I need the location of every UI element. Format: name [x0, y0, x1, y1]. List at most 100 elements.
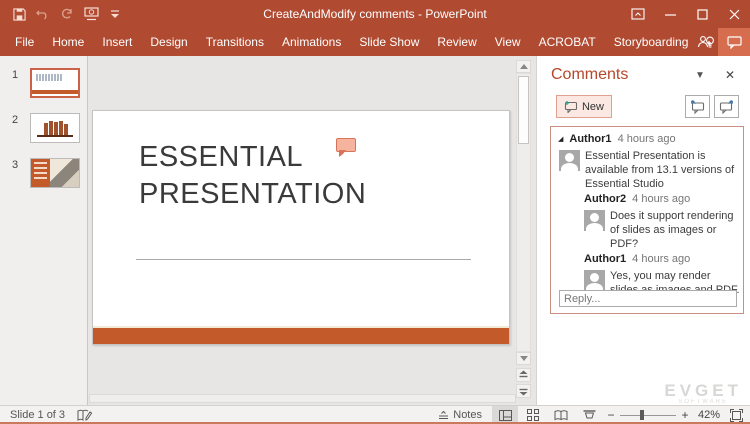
thumb-books-image: [44, 121, 68, 135]
maximize-icon[interactable]: [686, 0, 718, 28]
start-from-beginning-icon[interactable]: [82, 5, 100, 23]
next-slide-icon[interactable]: [516, 384, 531, 398]
slide-sorter-view-button[interactable]: [520, 406, 546, 424]
tab-slide-show[interactable]: Slide Show: [350, 29, 428, 55]
zoom-slider-track: [620, 415, 676, 416]
powerpoint-window: CreateAndModify comments - PowerPoint Fi…: [0, 0, 750, 424]
new-comment-button[interactable]: New: [556, 95, 612, 118]
minimize-icon[interactable]: [654, 0, 686, 28]
scrollbar-track[interactable]: [516, 73, 531, 352]
reply-input[interactable]: [559, 290, 737, 307]
reply-header[interactable]: Author1 4 hours ago: [584, 253, 690, 265]
pane-options-chevron-icon[interactable]: ▼: [695, 70, 705, 81]
zoom-level[interactable]: 42%: [694, 409, 724, 421]
customize-qat-dropdown-icon[interactable]: [106, 5, 124, 23]
tab-insert[interactable]: Insert: [93, 29, 141, 55]
comment-time: 4 hours ago: [632, 193, 690, 205]
tab-transitions[interactable]: Transitions: [197, 29, 273, 55]
previous-comment-button[interactable]: [685, 95, 710, 118]
comment-time: 4 hours ago: [632, 253, 690, 265]
notes-icon: [438, 410, 449, 420]
comment-author: Author1: [569, 133, 611, 145]
zoom-slider-thumb[interactable]: [640, 410, 644, 420]
avatar: [584, 210, 605, 231]
reply-header[interactable]: Author2 4 hours ago: [584, 193, 690, 205]
thumbnail-slide-1[interactable]: 1: [0, 68, 80, 98]
slide-title-line1: ESSENTIAL: [139, 139, 366, 176]
slide-number: 3: [0, 158, 30, 171]
proofing-icon[interactable]: [77, 409, 92, 422]
notes-button[interactable]: Notes: [430, 406, 490, 424]
slide-title-line2: PRESENTATION: [139, 176, 366, 213]
horizontal-scrollbar[interactable]: [89, 394, 516, 403]
undo-icon[interactable]: [34, 5, 52, 23]
window-controls: [622, 0, 750, 28]
save-icon[interactable]: [10, 5, 28, 23]
slide-2-preview[interactable]: [30, 113, 80, 143]
avatar: [559, 150, 580, 171]
ribbon-tab-row: File Home Insert Design Transitions Anim…: [0, 28, 750, 56]
slide-3-preview[interactable]: [30, 158, 80, 188]
pane-close-icon[interactable]: ✕: [725, 68, 735, 82]
fit-to-window-icon[interactable]: [726, 406, 746, 424]
thumbnail-slide-3[interactable]: 3: [0, 158, 80, 188]
thumb-photo: [50, 159, 79, 187]
comment-author: Author1: [584, 253, 626, 265]
thumb-baseline: [37, 135, 73, 137]
close-icon[interactable]: [718, 0, 750, 28]
statusbar-right: Notes − + 42%: [430, 406, 746, 424]
vertical-scrollbar[interactable]: [516, 60, 531, 400]
slide-1-preview[interactable]: [30, 68, 80, 98]
comments-pane: Comments ▼ ✕ New ◢ Author1 4 hours ago E…: [536, 56, 750, 405]
comment-text: Essential Presentation is available from…: [585, 149, 737, 191]
normal-view-button[interactable]: [492, 406, 518, 424]
new-comment-label: New: [582, 101, 604, 113]
tab-acrobat[interactable]: ACROBAT: [530, 29, 605, 55]
tab-animations[interactable]: Animations: [273, 29, 350, 55]
slide-divider-line: [136, 259, 471, 260]
tabrow-right-group: [690, 28, 750, 56]
slide-editor-area: ESSENTIAL PRESENTATION: [89, 56, 516, 405]
comments-pane-title: Comments: [551, 66, 628, 84]
tab-design[interactable]: Design: [141, 29, 196, 55]
statusbar-left: Slide 1 of 3: [0, 409, 92, 422]
zoom-slider[interactable]: [620, 406, 676, 424]
thumb-text-panel: [31, 159, 50, 187]
status-bar: Slide 1 of 3 Notes: [0, 405, 750, 424]
slide-show-button[interactable]: [576, 406, 602, 424]
share-icon[interactable]: [690, 28, 718, 56]
show-comments-icon[interactable]: [718, 28, 750, 56]
collapse-triangle-icon[interactable]: ◢: [558, 135, 563, 143]
previous-slide-icon[interactable]: [516, 368, 531, 382]
tab-storyboarding[interactable]: Storyboarding: [605, 29, 698, 55]
reading-view-button[interactable]: [548, 406, 574, 424]
redo-icon[interactable]: [58, 5, 76, 23]
slide-canvas[interactable]: ESSENTIAL PRESENTATION: [92, 110, 510, 345]
tab-home[interactable]: Home: [43, 29, 93, 55]
comment-header[interactable]: ◢ Author1 4 hours ago: [558, 133, 676, 145]
slide-title-text[interactable]: ESSENTIAL PRESENTATION: [139, 139, 366, 213]
scroll-down-icon[interactable]: [516, 352, 531, 365]
tab-view[interactable]: View: [486, 29, 530, 55]
slide-number: 2: [0, 113, 30, 126]
next-comment-button[interactable]: [714, 95, 739, 118]
zoom-out-icon[interactable]: −: [604, 408, 618, 422]
comment-time: 4 hours ago: [618, 133, 676, 145]
avatar: [584, 270, 605, 291]
tab-review[interactable]: Review: [428, 29, 485, 55]
ribbon-tabs: File Home Insert Design Transitions Anim…: [0, 29, 750, 55]
slide-indicator: Slide 1 of 3: [10, 409, 65, 421]
comment-thread-card[interactable]: ◢ Author1 4 hours ago Essential Presenta…: [550, 126, 744, 314]
scroll-up-icon[interactable]: [516, 60, 531, 73]
thumbnail-slide-2[interactable]: 2: [0, 113, 80, 143]
scrollbar-thumb[interactable]: [518, 76, 529, 144]
comment-marker-icon[interactable]: [336, 138, 356, 152]
thumb-title-text: [36, 74, 62, 81]
ribbon-display-options-icon[interactable]: [622, 0, 654, 28]
new-comment-icon: [564, 100, 578, 113]
slide-number: 1: [0, 68, 30, 81]
tab-file[interactable]: File: [6, 29, 43, 55]
quick-access-toolbar: [0, 5, 124, 23]
slide-bottom-band: [93, 328, 509, 344]
zoom-in-icon[interactable]: +: [678, 408, 692, 422]
